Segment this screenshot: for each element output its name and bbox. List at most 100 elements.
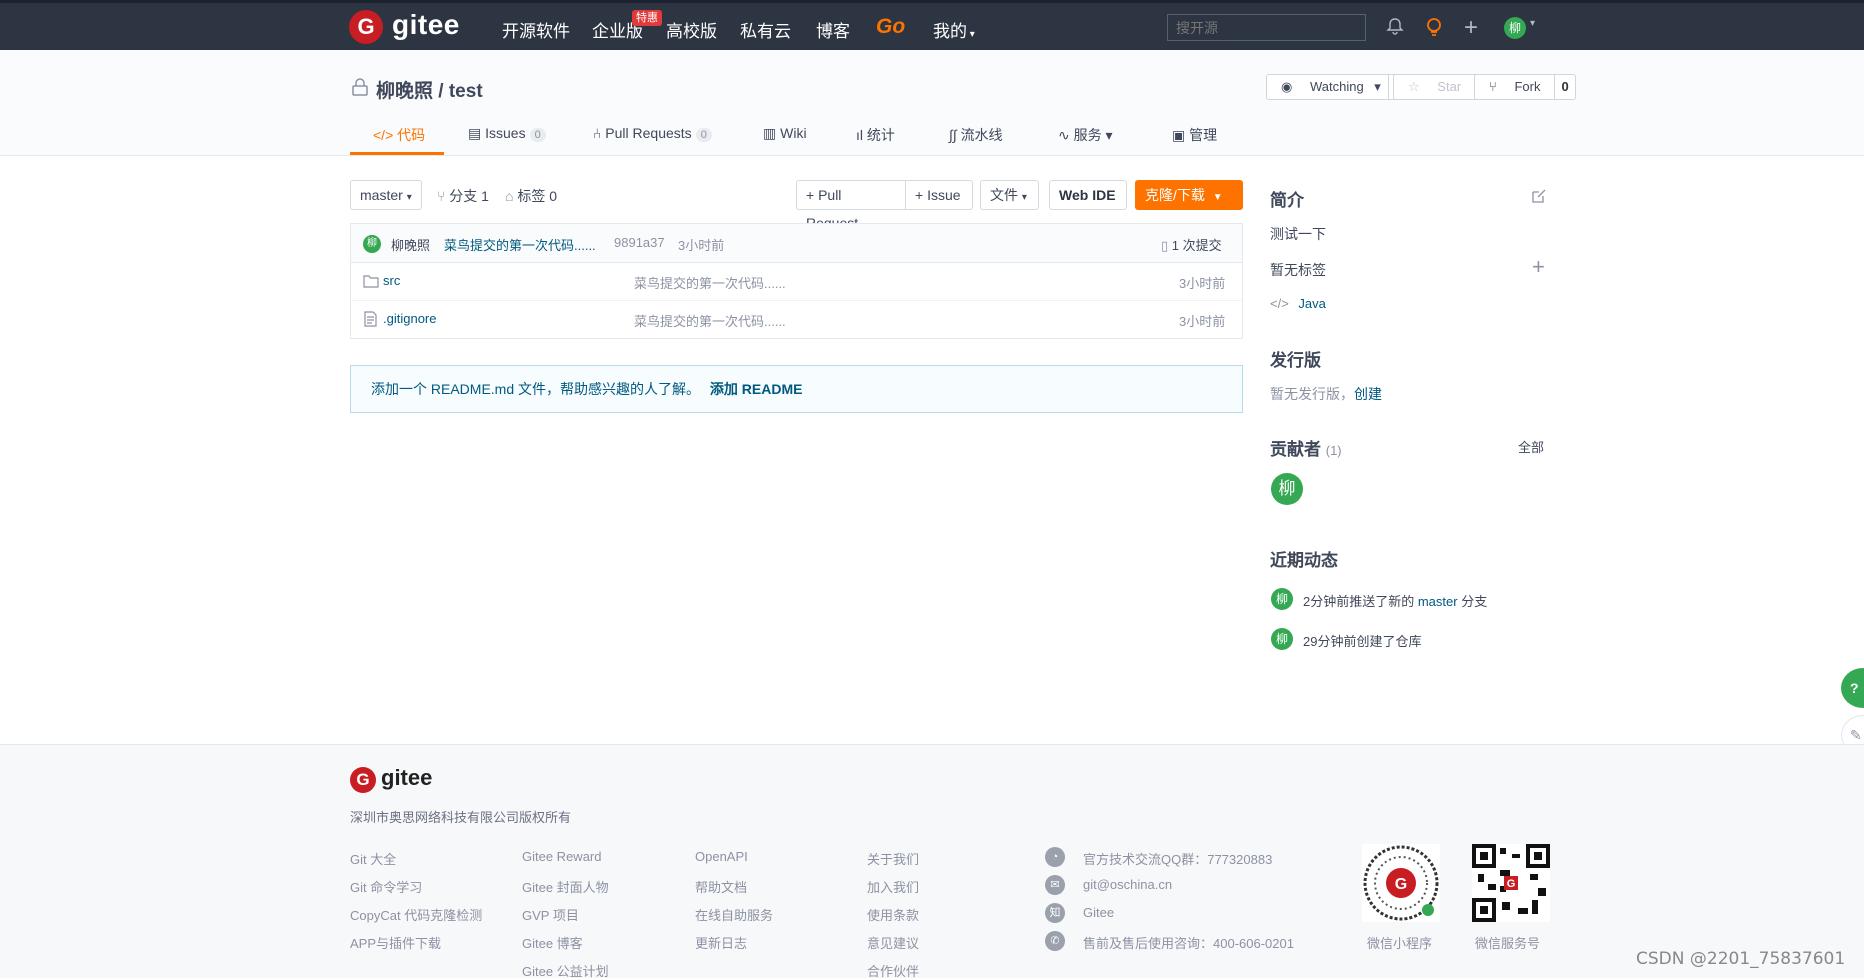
activity-avatar[interactable]: 柳 [1271,628,1293,650]
footer-link[interactable]: CopyCat 代码克隆检测 [350,905,482,924]
create-release-link[interactable]: 创建 [1354,386,1382,402]
tab-service-label: 服务 [1073,127,1102,143]
file-commit-message[interactable]: 菜鸟提交的第一次代码...... [634,273,786,292]
nav-private-cloud[interactable]: 私有云 [740,17,791,42]
branch-icon: ⑂ [437,188,446,204]
contact-email[interactable]: git@oschina.cn [1083,877,1172,892]
tag-icon: ⌂ [505,188,514,204]
footer-link[interactable]: Gitee 博客 [522,933,583,952]
gitee-logo-icon[interactable]: G [350,767,376,793]
commit-message[interactable]: 菜鸟提交的第一次代码...... [444,235,596,254]
file-row[interactable]: .gitignore 菜鸟提交的第一次代码...... 3小时前 [351,300,1242,338]
contributors-count: (1) [1325,443,1342,458]
file-name[interactable]: src [383,273,400,288]
caret-down-icon: ▾ [1021,192,1027,203]
footer-logo-text[interactable]: gitee [381,765,432,791]
footer-link[interactable]: 使用条款 [867,905,919,924]
contributors-heading: 贡献者 (1) [1270,435,1342,460]
new-issue-button[interactable]: + Issue [905,180,973,210]
repo-header [0,50,1864,156]
gitee-logo-text[interactable]: gitee [392,9,460,41]
file-commit-message[interactable]: 菜鸟提交的第一次代码...... [634,311,786,330]
clone-download-button[interactable]: 克隆/下载 ▼ [1135,180,1243,210]
wechat-service-qr: G [1472,844,1550,922]
tab-stats[interactable]: ıl 统计 [856,125,895,145]
nav-go[interactable]: Go [876,15,905,39]
tab-service[interactable]: ∿ 服务 ▾ [1058,125,1113,145]
footer-link[interactable]: 关于我们 [867,849,919,868]
lightbulb-icon[interactable] [1425,17,1443,42]
file-menu-button[interactable]: 文件 ▾ [980,180,1039,210]
contributor-avatar[interactable]: 柳 [1271,473,1303,505]
watch-button[interactable]: ◉ Watching ▾ 1 [1266,74,1410,100]
footer: G gitee 深圳市奥思网络科技有限公司版权所有 Git 大全 Git 命令学… [0,744,1864,980]
footer-link[interactable]: 更新日志 [695,933,747,952]
file-row[interactable]: src 菜鸟提交的第一次代码...... 3小时前 [351,262,1242,301]
branches-link[interactable]: ⑂ 分支 1 [437,186,489,206]
tab-issues[interactable]: ▤ Issues 0 [468,125,546,142]
nav-open-source[interactable]: 开源软件 [502,17,570,42]
tab-pipeline[interactable]: ∫∫ 流水线 [949,125,1003,145]
file-time: 3小时前 [1179,276,1226,291]
footer-link[interactable]: 在线自助服务 [695,905,773,924]
contributors-all-link[interactable]: 全部 [1518,437,1544,456]
branch-select[interactable]: master ▾ [350,180,422,210]
issues-icon: ▤ [468,125,482,141]
file-name[interactable]: .gitignore [383,311,436,326]
commit-hash[interactable]: 9891a37 [614,235,665,250]
commit-time: 3小时前 [678,238,725,253]
footer-link[interactable]: Git 命令学习 [350,877,422,896]
active-tab-indicator [350,152,444,155]
nav-blog[interactable]: 博客 [816,17,850,42]
footer-link[interactable]: 帮助文档 [695,877,747,896]
user-avatar[interactable]: 柳 [1504,17,1526,39]
fork-count[interactable]: 0 [1554,75,1574,99]
tab-wiki[interactable]: ▥ Wiki [763,125,807,142]
footer-link[interactable]: OpenAPI [695,849,748,864]
footer-link[interactable]: 意见建议 [867,933,919,952]
footer-link[interactable]: Gitee 封面人物 [522,877,609,896]
activity-avatar[interactable]: 柳 [1271,588,1293,610]
contact-zhihu[interactable]: Gitee [1083,905,1114,920]
footer-link[interactable]: GVP 项目 [522,905,579,924]
repo-name-link[interactable]: test [449,81,483,102]
fork-button[interactable]: ⑂ Fork 0 [1474,74,1576,100]
web-ide-button[interactable]: Web IDE [1049,180,1127,210]
footer-link[interactable]: Git 大全 [350,849,396,868]
edit-icon[interactable] [1531,188,1547,204]
chevron-down-icon: ▾ [967,29,975,40]
add-tag-icon[interactable]: + [1532,254,1545,280]
zhihu-icon: 知 [1045,903,1065,923]
tab-pull-requests[interactable]: ⑃ Pull Requests 0 [593,125,712,142]
contributors-title: 贡献者 [1270,440,1321,459]
notification-bell-icon[interactable] [1386,17,1404,40]
nav-mine-label: 我的 [933,22,967,41]
commit-author-avatar[interactable]: 柳 [363,235,381,253]
footer-link[interactable]: 合作伙伴 [867,961,919,980]
tab-pulls-label: Pull Requests [605,125,692,141]
help-button[interactable]: ? [1841,668,1864,708]
footer-link[interactable]: Gitee Reward [522,849,601,864]
tags-link[interactable]: ⌂ 标签 0 [505,186,557,206]
chevron-down-icon[interactable]: ▾ [1530,18,1535,29]
tab-code[interactable]: </> 代码 [373,125,425,145]
nav-mine[interactable]: 我的 ▾ [933,17,975,42]
new-pull-request-button[interactable]: + Pull Request [796,180,906,231]
repo-owner-link[interactable]: 柳晚照 [376,81,433,102]
gitee-logo-icon[interactable]: G [349,10,383,44]
nav-university[interactable]: 高校版 [666,17,717,42]
footer-link[interactable]: 加入我们 [867,877,919,896]
tab-code-label: 代码 [397,127,426,143]
footer-link[interactable]: APP与插件下载 [350,933,441,952]
search-input[interactable] [1167,14,1366,41]
commit-author[interactable]: 柳晚照 [391,235,430,254]
commits-count-link[interactable]: ▯ 1 次提交 [1161,235,1222,254]
footer-link[interactable]: Gitee 公益计划 [522,961,609,980]
language-tag[interactable]: </> Java [1270,296,1326,311]
tab-manage[interactable]: ▣ 管理 [1172,125,1217,145]
add-readme-link[interactable]: 添加 README [710,381,803,397]
releases-text: 暂无发行版，创建 [1270,384,1382,404]
plus-icon[interactable]: + [1464,14,1478,42]
tab-stats-label: 统计 [866,127,895,143]
activity-branch-link[interactable]: master [1418,594,1458,609]
